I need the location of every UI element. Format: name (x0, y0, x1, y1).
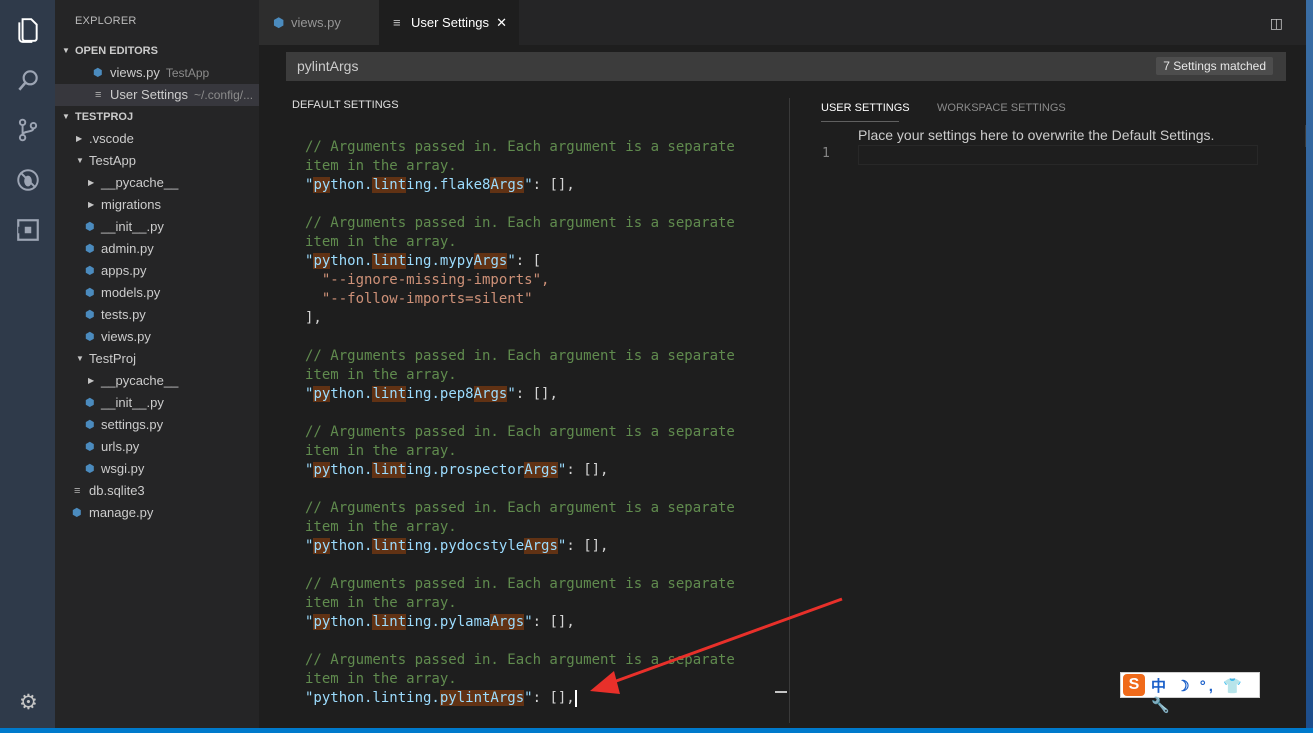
ime-toolbar[interactable]: S 中 ☽ °, 👕 🔧 (1120, 672, 1260, 714)
ime-status[interactable]: 中 ☽ °, 👕 🔧 (1151, 675, 1259, 714)
vscode-window: ⚙ EXPLORER ▼ OPEN EDITORS ⬢ views.py Test… (0, 0, 1313, 733)
annotation-arrow (590, 597, 843, 694)
sogou-logo-icon: S (1123, 674, 1145, 696)
status-bar (0, 728, 1313, 733)
desktop-background (1306, 0, 1313, 728)
